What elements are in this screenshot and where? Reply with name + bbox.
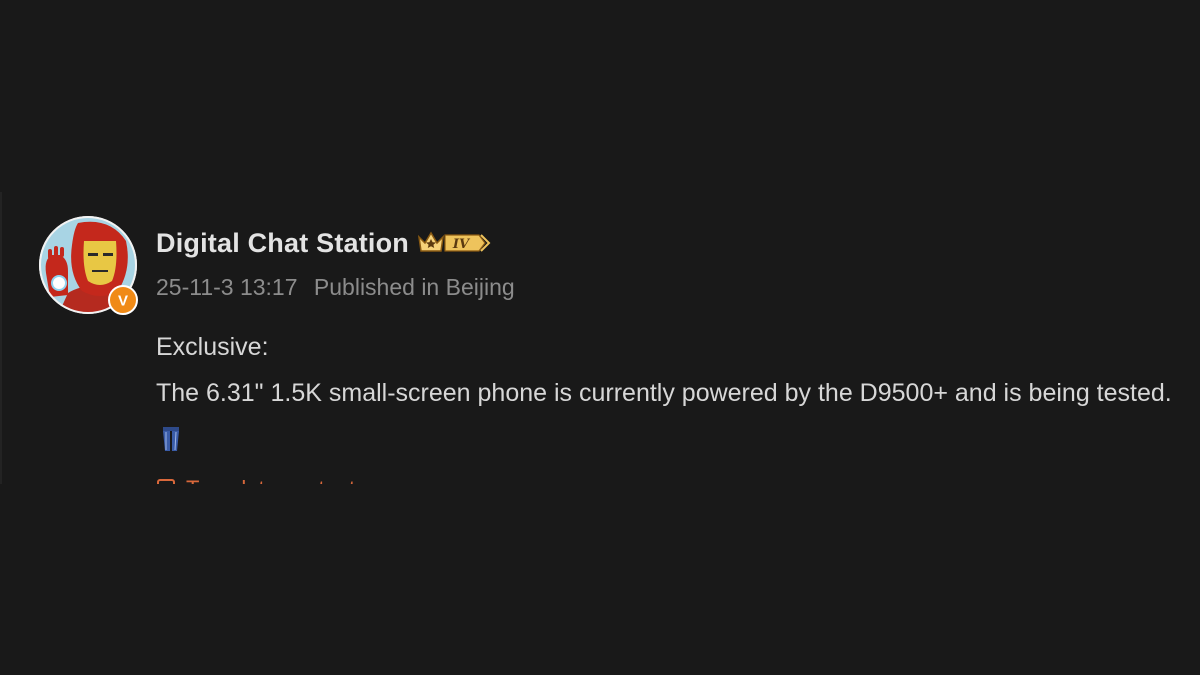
author-avatar[interactable]: V: [38, 215, 138, 315]
post-timestamp[interactable]: 25-11-3 13:17: [156, 274, 298, 300]
member-level-badge[interactable]: IV: [417, 229, 491, 257]
content-line-1: Exclusive:: [156, 333, 269, 361]
translate-icon: [157, 479, 175, 484]
jeans-icon: [162, 421, 180, 467]
verified-badge-icon: V: [108, 285, 138, 315]
content-line-2: The 6.31" 1.5K small-screen phone is cur…: [156, 379, 1172, 407]
crown-icon: IV: [417, 231, 491, 252]
author-name[interactable]: Digital Chat Station: [156, 228, 409, 259]
content-line-2-wrap: The 6.31" 1.5K small-screen phone is cur…: [156, 370, 1186, 467]
post-content: Exclusive: The 6.31" 1.5K small-screen p…: [156, 324, 1186, 467]
author-row: Digital Chat Station IV: [156, 224, 515, 262]
post-meta: 25-11-3 13:17 Published in Beijing: [156, 274, 515, 301]
post-location: Published in Beijing: [313, 274, 515, 300]
weibo-post: V Digital Chat Station IV 25-11-3 13:17 …: [0, 192, 1200, 484]
page: V Digital Chat Station IV 25-11-3 13:17 …: [0, 0, 1200, 675]
post-header: Digital Chat Station IV 25-11-3 13:17 Pu: [156, 224, 515, 301]
level-badge-text: IV: [452, 237, 471, 252]
verified-badge-letter: V: [118, 293, 128, 310]
translate-label: Translate content: [186, 476, 355, 484]
translate-link[interactable]: Translate content: [156, 476, 355, 484]
